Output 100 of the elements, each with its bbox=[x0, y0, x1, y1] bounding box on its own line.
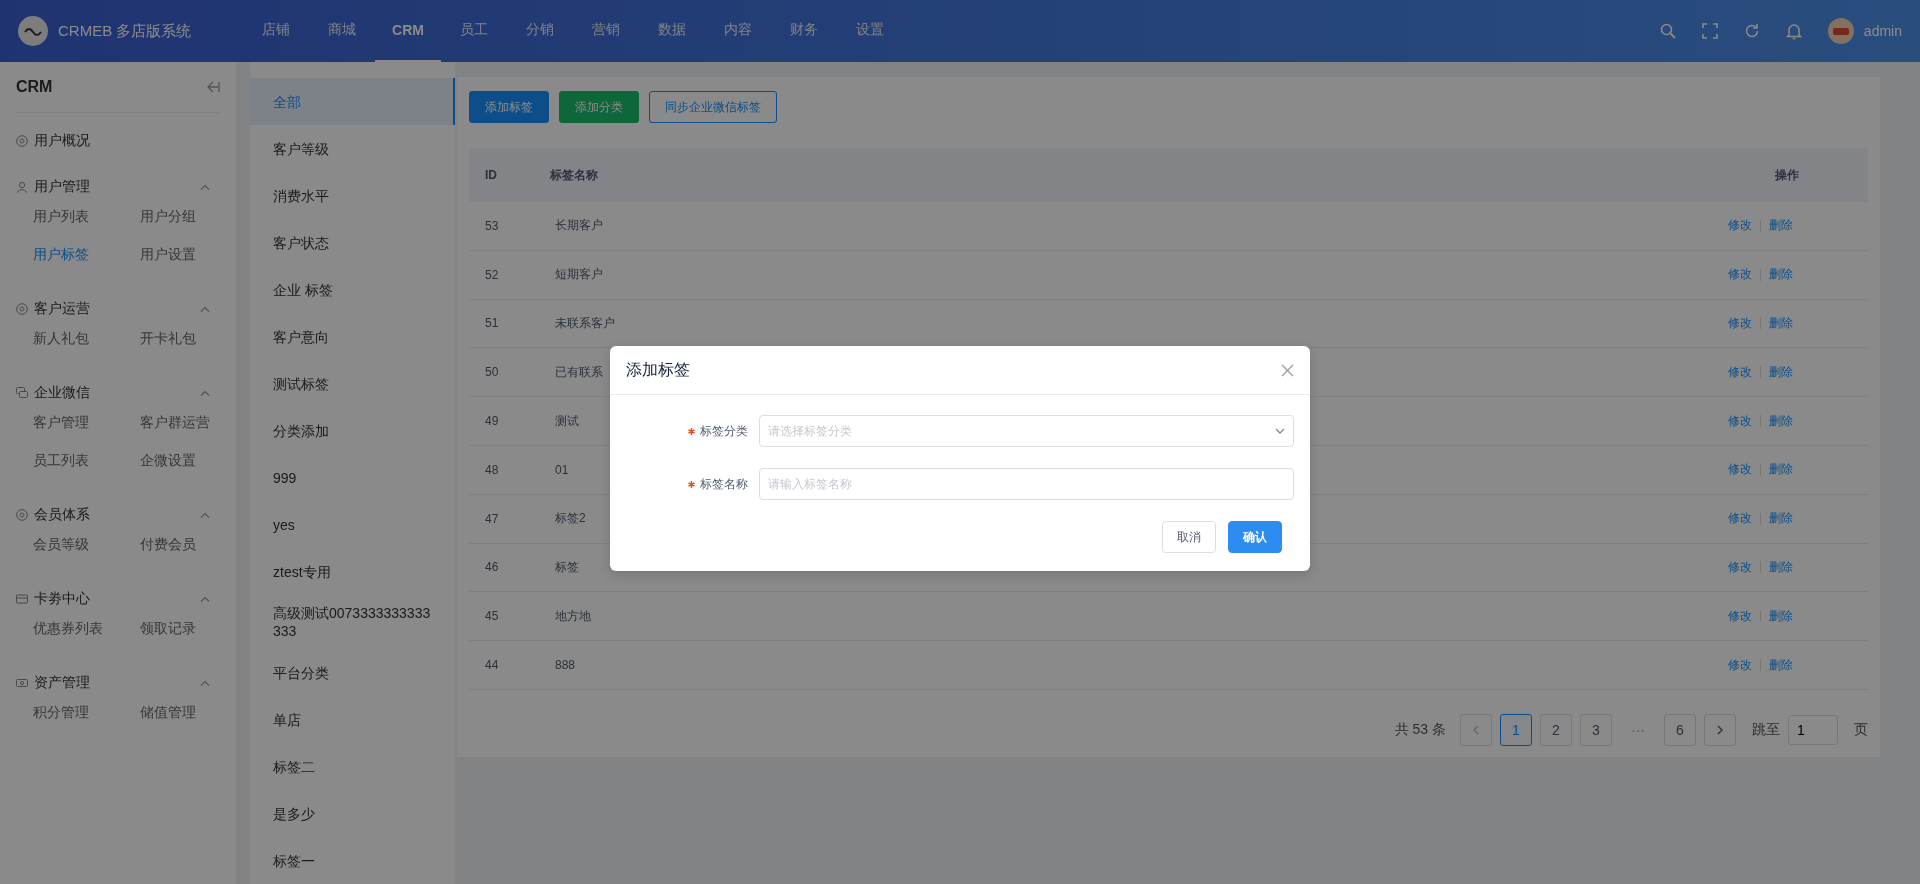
caret-icon[interactable] bbox=[200, 680, 210, 686]
nav-tab[interactable]: 店铺 bbox=[243, 0, 309, 62]
collapse-icon[interactable] bbox=[206, 81, 220, 93]
avatar-icon[interactable] bbox=[1827, 18, 1854, 44]
page-button[interactable]: 6 bbox=[1664, 713, 1696, 746]
action-link[interactable]: 删除 bbox=[1769, 412, 1793, 430]
page-ellipsis[interactable]: ··· bbox=[1620, 721, 1656, 738]
caret-icon[interactable] bbox=[200, 306, 210, 312]
nav-tab[interactable]: 营销 bbox=[573, 0, 639, 62]
action-link[interactable]: 修改 bbox=[1728, 461, 1752, 479]
category-item[interactable]: 企业 标签 bbox=[250, 266, 455, 313]
menu-item[interactable]: 储值管理 bbox=[140, 693, 247, 731]
fullscreen-icon[interactable] bbox=[1701, 23, 1718, 39]
category-item[interactable]: 消费水平 bbox=[250, 172, 455, 219]
menu-item[interactable]: 用户列表 bbox=[33, 197, 140, 235]
action-link[interactable]: 删除 bbox=[1769, 363, 1793, 381]
page-input[interactable]: 1 bbox=[1788, 714, 1838, 745]
category-item[interactable]: 测试标签 bbox=[250, 360, 455, 407]
nav-tab[interactable]: 内容 bbox=[705, 0, 771, 62]
menu-group[interactable]: 用户管理 bbox=[34, 178, 90, 196]
dialog-button[interactable]: 取消 bbox=[1162, 521, 1216, 553]
refresh-icon[interactable] bbox=[1743, 23, 1760, 39]
toolbar-button[interactable]: 添加标签 bbox=[469, 91, 549, 123]
menu-group[interactable]: 资产管理 bbox=[34, 674, 90, 692]
nav-tab[interactable]: 分销 bbox=[507, 0, 573, 62]
dialog-button[interactable]: 确认 bbox=[1228, 521, 1282, 553]
menu-item[interactable]: 新人礼包 bbox=[33, 319, 140, 357]
category-item[interactable]: 客户意向 bbox=[250, 313, 455, 360]
menu-item[interactable]: 企微设置 bbox=[140, 441, 247, 479]
wallet-icon bbox=[16, 677, 28, 689]
category-item[interactable]: 是多少 bbox=[250, 790, 455, 837]
category-item[interactable]: 999 bbox=[250, 454, 455, 501]
category-item[interactable]: ztest专用 bbox=[250, 548, 455, 595]
nav-tab[interactable]: 员工 bbox=[441, 0, 507, 62]
menu-item[interactable]: 客户群运营 bbox=[140, 403, 247, 441]
action-link[interactable]: 删除 bbox=[1769, 656, 1793, 674]
category-item[interactable]: 全部 bbox=[250, 78, 455, 125]
menu-item[interactable]: 开卡礼包 bbox=[140, 319, 247, 357]
sidebar-title: CRM bbox=[16, 78, 53, 96]
caret-icon[interactable] bbox=[200, 596, 210, 602]
action-link[interactable]: 删除 bbox=[1769, 266, 1793, 284]
bell-icon[interactable] bbox=[1785, 22, 1802, 40]
nav-tab[interactable]: 数据 bbox=[639, 0, 705, 62]
action-link[interactable]: 修改 bbox=[1728, 510, 1752, 528]
menu-item[interactable]: 用户标签 bbox=[33, 235, 140, 273]
menu-item[interactable]: 付费会员 bbox=[140, 525, 247, 563]
action-link[interactable]: 修改 bbox=[1728, 656, 1752, 674]
menu-group[interactable]: 卡劵中心 bbox=[34, 590, 90, 608]
menu-item[interactable]: 员工列表 bbox=[33, 441, 140, 479]
action-link[interactable]: 修改 bbox=[1728, 607, 1752, 625]
page-button[interactable]: 3 bbox=[1580, 713, 1612, 746]
chevron-right-icon bbox=[1717, 724, 1723, 735]
action-link[interactable]: 删除 bbox=[1769, 217, 1793, 235]
category-item[interactable]: 高级测试0073333333333333 bbox=[250, 595, 455, 649]
category-item[interactable]: 分类添加 bbox=[250, 407, 455, 454]
menu-group[interactable]: 用户概况 bbox=[34, 132, 90, 150]
menu-item[interactable]: 用户分组 bbox=[140, 197, 247, 235]
action-link[interactable]: 删除 bbox=[1769, 558, 1793, 576]
menu-item[interactable]: 会员等级 bbox=[33, 525, 140, 563]
nav-tab[interactable]: 财务 bbox=[771, 0, 837, 62]
menu-item[interactable]: 领取记录 bbox=[140, 609, 247, 647]
category-item[interactable]: 平台分类 bbox=[250, 649, 455, 696]
action-link[interactable]: 删除 bbox=[1769, 315, 1793, 332]
category-item[interactable]: 标签二 bbox=[250, 743, 455, 790]
category-item[interactable]: 标签一 bbox=[250, 837, 455, 884]
action-link[interactable]: 删除 bbox=[1769, 510, 1793, 528]
action-link[interactable]: 修改 bbox=[1728, 217, 1752, 235]
page-button[interactable]: 2 bbox=[1540, 713, 1572, 746]
menu-item[interactable]: 客户管理 bbox=[33, 403, 140, 441]
toolbar-button[interactable]: 同步企业微信标签 bbox=[649, 91, 777, 123]
category-item[interactable]: 客户状态 bbox=[250, 219, 455, 266]
action-link[interactable]: 删除 bbox=[1769, 607, 1793, 625]
action-link[interactable]: 修改 bbox=[1728, 315, 1752, 332]
nav-tab[interactable]: 商城 bbox=[309, 0, 375, 62]
category-item[interactable]: yes bbox=[250, 501, 455, 548]
next-page-button[interactable] bbox=[1704, 713, 1736, 746]
action-link[interactable]: 修改 bbox=[1728, 558, 1752, 576]
menu-item[interactable]: 优惠券列表 bbox=[33, 609, 140, 647]
prev-page-button[interactable] bbox=[1460, 713, 1492, 746]
user-name[interactable]: admin bbox=[1863, 23, 1902, 39]
category-item[interactable]: 客户等级 bbox=[250, 125, 455, 172]
action-link[interactable]: 修改 bbox=[1728, 266, 1752, 284]
caret-icon[interactable] bbox=[200, 512, 210, 518]
search-icon[interactable] bbox=[1659, 23, 1676, 39]
action-link[interactable]: 修改 bbox=[1728, 412, 1752, 430]
action-link[interactable]: 删除 bbox=[1769, 461, 1793, 479]
category-item[interactable]: 单店 bbox=[250, 696, 455, 743]
page-button[interactable]: 1 bbox=[1500, 713, 1532, 746]
caret-icon[interactable] bbox=[200, 184, 210, 190]
action-link[interactable]: 修改 bbox=[1728, 363, 1752, 381]
menu-group[interactable]: 客户运营 bbox=[34, 300, 90, 318]
menu-group[interactable]: 企业微信 bbox=[34, 384, 90, 402]
menu-item[interactable]: 积分管理 bbox=[33, 693, 140, 731]
menu-item[interactable]: 用户设置 bbox=[140, 235, 247, 273]
table-cell-text: 48 bbox=[484, 462, 500, 477]
close-icon[interactable] bbox=[1281, 363, 1294, 377]
toolbar-button[interactable]: 添加分类 bbox=[559, 91, 639, 123]
nav-tab[interactable]: 设置 bbox=[837, 0, 903, 62]
menu-group[interactable]: 会员体系 bbox=[34, 506, 90, 524]
caret-icon[interactable] bbox=[200, 390, 210, 396]
